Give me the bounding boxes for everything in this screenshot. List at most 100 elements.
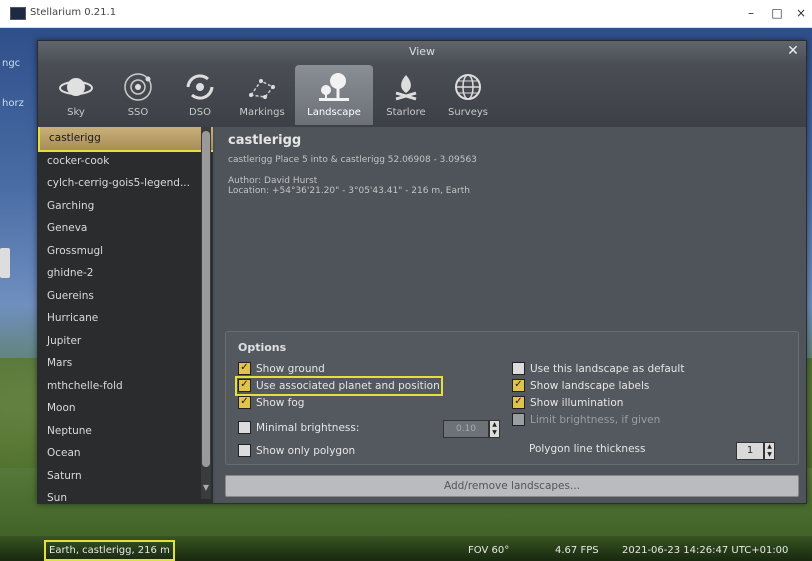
limit-brightness-checkbox[interactable] [512, 412, 525, 426]
options-group: Options ✓ Show ground ✓ Use associated pla… [225, 331, 799, 465]
sky-label-2: horz [2, 98, 24, 109]
landscape-location: Location: +54°36'21.20" - 3°05'43.41" - … [228, 186, 470, 196]
landscape-description: castlerigg Place 5 into & castlerigg 52.… [228, 155, 477, 165]
dialog-title: View [408, 45, 436, 58]
window-title: Stellarium 0.21.1 [30, 7, 117, 18]
list-item[interactable]: Jupiter [38, 330, 213, 353]
tab-dso-label: DSO [189, 107, 211, 118]
show-only-polygon-label: Show only polygon [256, 445, 356, 457]
polygon-thickness-input[interactable]: 1 [736, 442, 764, 460]
show-landscape-labels-option[interactable]: ✓ Show landscape labels [512, 378, 650, 393]
minimal-brightness-stepper-icon[interactable]: ▲ ▼ [489, 420, 500, 438]
status-fps: 4.67 FPS [555, 545, 599, 556]
window-close-button[interactable]: × [788, 5, 812, 21]
show-illumination-checkbox[interactable]: ✓ [512, 395, 525, 409]
minimal-brightness-option[interactable]: Minimal brightness: [238, 420, 360, 435]
status-bar: Earth, castlerigg, 216 m FOV 60° 4.67 FP… [0, 536, 812, 561]
show-landscape-labels-label: Show landscape labels [530, 380, 650, 392]
status-fov: FOV 60° [468, 545, 510, 556]
tab-surveys-label: Surveys [448, 107, 488, 118]
landscape-author: Author: David Hurst [228, 176, 318, 186]
use-as-default-checkbox[interactable] [512, 361, 525, 375]
globe-icon [455, 74, 481, 100]
show-ground-checkbox[interactable]: ✓ [238, 361, 251, 375]
tab-starlore-label: Starlore [386, 107, 426, 118]
limit-brightness-label: Limit brightness, if given [530, 414, 661, 426]
list-item[interactable]: cocker-cook [38, 150, 213, 173]
tab-markings[interactable]: Markings [232, 65, 292, 125]
tab-starlore[interactable]: Starlore [376, 65, 436, 125]
tab-landscape-label: Landscape [307, 107, 361, 118]
use-as-default-option[interactable]: Use this landscape as default [512, 361, 685, 376]
tab-sky-label: Sky [67, 107, 85, 118]
solar-system-icon [124, 73, 152, 101]
show-fog-option[interactable]: ✓ Show fog [238, 395, 304, 410]
scroll-down-icon[interactable]: ▼ [202, 483, 210, 493]
list-item[interactable]: Hurricane [38, 307, 213, 330]
show-only-polygon-checkbox[interactable] [238, 443, 251, 457]
tab-sso-label: SSO [127, 107, 149, 118]
polygon-thickness-stepper-icon[interactable]: ▲ ▼ [764, 442, 775, 460]
tree-icon [319, 73, 349, 101]
dialog-title-bar[interactable]: View [38, 41, 806, 63]
add-remove-landscapes-button[interactable]: Add/remove landscapes... [225, 475, 799, 497]
tab-landscape[interactable]: Landscape [295, 65, 373, 125]
tab-dso[interactable]: DSO [170, 65, 230, 125]
campfire-icon [395, 75, 417, 101]
list-item[interactable]: castlerigg [38, 127, 213, 152]
minimal-brightness-input[interactable]: 0.10 [443, 420, 489, 438]
galaxy-icon [186, 74, 214, 100]
list-item[interactable]: Moon [38, 397, 213, 420]
tab-markings-label: Markings [239, 107, 285, 118]
status-location[interactable]: Earth, castlerigg, 216 m [44, 540, 175, 561]
landscape-name: castlerigg [228, 133, 302, 148]
list-item[interactable]: Sun [38, 487, 213, 503]
list-scrollbar[interactable]: ▼ [201, 127, 211, 499]
status-datetime[interactable]: 2021-06-23 14:26:47 UTC+01:00 [622, 545, 788, 556]
polygon-thickness-label: Polygon line thickness [529, 443, 646, 455]
list-item[interactable]: mthchelle-fold [38, 375, 213, 398]
minimal-brightness-label: Minimal brightness: [256, 422, 360, 434]
landscape-details: castlerigg castlerigg Place 5 into & cas… [215, 127, 806, 503]
limit-brightness-option[interactable]: Limit brightness, if given [512, 412, 661, 427]
show-landscape-labels-checkbox[interactable]: ✓ [512, 378, 525, 392]
show-illumination-label: Show illumination [530, 397, 624, 409]
use-as-default-label: Use this landscape as default [530, 363, 685, 375]
list-item[interactable]: Saturn [38, 465, 213, 488]
list-item[interactable]: cylch-cerrig-gois5-legend... [38, 172, 213, 195]
tab-sky[interactable]: Sky [46, 65, 106, 125]
view-dialog: View ✕ Sky SSO DSO Markings Landscape St… [37, 40, 807, 504]
show-ground-option[interactable]: ✓ Show ground [238, 361, 325, 376]
options-title: Options [238, 341, 287, 354]
show-fog-checkbox[interactable]: ✓ [238, 395, 251, 409]
markings-icon [249, 79, 275, 99]
list-item[interactable]: Garching [38, 195, 213, 218]
list-item[interactable]: Neptune [38, 420, 213, 443]
tab-sso[interactable]: SSO [108, 65, 168, 125]
list-item[interactable]: Ocean [38, 442, 213, 465]
window-title-bar: Stellarium 0.21.1 – □ × [0, 0, 812, 28]
list-scrollbar-thumb[interactable] [202, 131, 210, 467]
dialog-close-button[interactable]: ✕ [784, 42, 802, 60]
landscape-list[interactable]: castlerigg cocker-cook cylch-cerrig-gois… [38, 127, 213, 503]
minimal-brightness-checkbox[interactable] [238, 420, 251, 434]
dialog-tab-bar: Sky SSO DSO Markings Landscape Starlore … [38, 63, 806, 127]
show-only-polygon-option[interactable]: Show only polygon [238, 443, 356, 458]
use-associated-planet-label: Use associated planet and position [256, 380, 440, 392]
maximize-button[interactable]: □ [764, 5, 790, 21]
use-associated-planet-checkbox[interactable]: ✓ [238, 378, 251, 392]
list-item[interactable]: Guereins [38, 285, 213, 308]
show-illumination-option[interactable]: ✓ Show illumination [512, 395, 624, 410]
stellarium-app-icon [10, 7, 26, 20]
minimize-button[interactable]: – [738, 5, 764, 21]
sky-label-1: ngc [2, 58, 21, 69]
tab-surveys[interactable]: Surveys [438, 65, 498, 125]
planet-icon [59, 78, 93, 96]
show-ground-label: Show ground [256, 363, 325, 375]
list-item[interactable]: Geneva [38, 217, 213, 240]
list-item[interactable]: ghidne-2 [38, 262, 213, 285]
left-toolbar-handle[interactable] [0, 248, 10, 278]
list-item[interactable]: Grossmugl [38, 240, 213, 263]
use-associated-planet-option[interactable]: ✓ Use associated planet and position [235, 376, 443, 396]
list-item[interactable]: Mars [38, 352, 213, 375]
